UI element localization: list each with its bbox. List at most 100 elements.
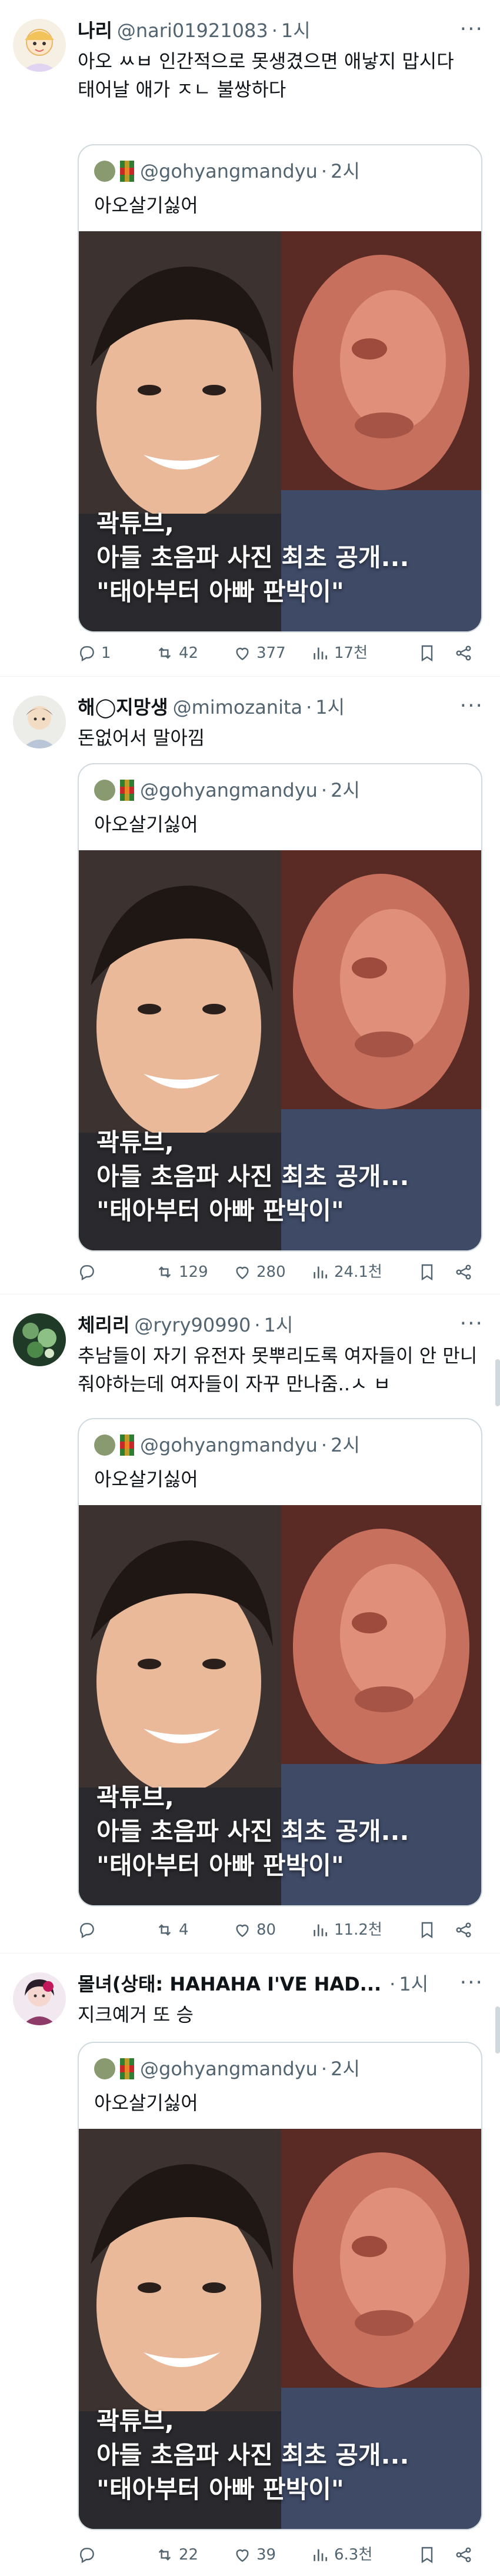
display-name[interactable]: 체리리 bbox=[78, 1314, 129, 1336]
quoted-timestamp: 2시 bbox=[331, 1434, 360, 1456]
heart-icon bbox=[236, 647, 249, 661]
quoted-handle: @gohyangmandyu bbox=[140, 779, 318, 801]
tweet[interactable]: 나리 @nari01921083 · 1시 ··· 아오 ㅆㅂ 인간적으로 못생겼으면… bbox=[0, 0, 500, 677]
timestamp[interactable]: 1시 bbox=[315, 696, 345, 718]
reply-icon bbox=[80, 1265, 94, 1281]
quoted-handle: @gohyangmandyu bbox=[140, 160, 318, 182]
quoted-text: 아오살기싫어 bbox=[94, 1468, 198, 1490]
view-count: 17천 bbox=[334, 644, 368, 662]
avatar[interactable] bbox=[13, 695, 66, 748]
display-name[interactable]: 몰녀(상태: HAHAHA I'VE HAD... bbox=[78, 1973, 381, 1995]
share-icon bbox=[456, 645, 471, 661]
tweet[interactable]: 몰녀(상태: HAHAHA I'VE HAD... · 1시 ··· 지크예거 또 … bbox=[0, 1953, 500, 2576]
tweet-header: 몰녀(상태: HAHAHA I'VE HAD... · 1시 bbox=[78, 1971, 484, 1997]
more-icon[interactable]: ··· bbox=[460, 16, 484, 42]
timestamp[interactable]: 1시 bbox=[281, 19, 311, 42]
views-icon bbox=[314, 2549, 327, 2561]
retweet-icon bbox=[158, 1924, 171, 1936]
separator-dot: · bbox=[306, 696, 312, 718]
timestamp[interactable]: 1시 bbox=[399, 1973, 428, 1995]
avatar-image bbox=[13, 19, 66, 72]
view-count: 6.3천 bbox=[334, 2546, 373, 2564]
quoted-timestamp: 2시 bbox=[331, 2058, 360, 2080]
views-icon bbox=[314, 647, 327, 660]
retweet-icon bbox=[158, 2549, 171, 2561]
retweet-count: 42 bbox=[179, 644, 199, 662]
retweet-count: 4 bbox=[179, 1921, 189, 1939]
quoted-avatar bbox=[94, 1435, 115, 1456]
views-icon bbox=[314, 1266, 327, 1279]
user-handle[interactable]: @nari01921083 bbox=[117, 19, 268, 42]
quoted-tweet[interactable]: @gohyangmandyu · 2시 아오살기싫어 곽튜브, 아들 초음파 사… bbox=[78, 1418, 482, 1906]
quoted-media[interactable]: 곽튜브, 아들 초음파 사진 최초 공개... "태아부터 아빠 판박이" bbox=[79, 850, 481, 1250]
tweet-actions: 4 80 11.2천 bbox=[78, 1917, 489, 1943]
media-caption-line: 곽튜브, bbox=[96, 2407, 174, 2435]
tweet-header: 나리 @nari01921083 · 1시 bbox=[78, 18, 484, 44]
media-caption-line: 곽튜브, bbox=[96, 1783, 174, 1812]
views-icon bbox=[314, 1924, 327, 1936]
media-caption-line: "태아부터 아빠 판박이" bbox=[96, 577, 344, 606]
tweet-text: 추남들이 자기 유전자 못뿌리도록 여자들이 안 만니줘야하는데 여자들이 자꾸… bbox=[78, 1344, 478, 1395]
flag-icon bbox=[120, 1435, 134, 1456]
tweet-text: 아오 ㅆㅂ 인간적으로 못생겼으면 애낳지 맙시다 태어날 애가 ㅈㄴ 불쌍하다 bbox=[78, 50, 454, 101]
quoted-text: 아오살기싫어 bbox=[94, 813, 198, 836]
view-count: 24.1천 bbox=[334, 1263, 382, 1281]
like-count: 280 bbox=[256, 1263, 286, 1281]
quoted-media[interactable]: 곽튜브, 아들 초음파 사진 최초 공개... "태아부터 아빠 판박이" bbox=[79, 2129, 481, 2529]
like-count: 377 bbox=[256, 644, 286, 662]
media-caption-line: "태아부터 아빠 판박이" bbox=[96, 2475, 344, 2504]
scrollbar[interactable] bbox=[495, 1359, 500, 1406]
tweet-actions: 129 280 24.1천 bbox=[78, 1259, 489, 1285]
bookmark-icon bbox=[421, 2547, 433, 2564]
tweet[interactable]: 체리리 @ryry90990 · 1시 ··· 추남들이 자기 유전자 못뿌리도록 여… bbox=[0, 1294, 500, 1953]
separator-dot: · bbox=[321, 2058, 328, 2080]
media-caption-line: 아들 초음파 사진 최초 공개... bbox=[96, 1162, 409, 1191]
quoted-avatar bbox=[94, 161, 115, 182]
more-icon[interactable]: ··· bbox=[460, 693, 484, 719]
quoted-tweet[interactable]: @gohyangmandyu · 2시 아오살기싫어 곽튜브, 아들 초음파 사… bbox=[78, 2042, 482, 2530]
reply-count: 1 bbox=[101, 644, 111, 662]
avatar[interactable] bbox=[13, 1313, 66, 1366]
timestamp[interactable]: 1시 bbox=[264, 1314, 293, 1336]
reply-icon bbox=[80, 646, 94, 662]
retweet-icon bbox=[158, 1266, 171, 1278]
user-handle[interactable]: @ryry90990 bbox=[134, 1314, 251, 1336]
quoted-media[interactable]: 곽튜브, 아들 초음파 사진 최초 공개... "태아부터 아빠 판박이" bbox=[79, 1505, 481, 1905]
tweet[interactable]: 해◯지망생 @mimozanita · 1시 ··· 돈없어서 말아낌 @gohyan… bbox=[0, 677, 500, 1294]
quoted-tweet[interactable]: @gohyangmandyu · 2시 아오살기싫어 곽튜브, 아들 초음파 사… bbox=[78, 763, 482, 1252]
scrollbar[interactable] bbox=[495, 2006, 500, 2054]
avatar[interactable] bbox=[13, 19, 66, 72]
quoted-handle: @gohyangmandyu bbox=[140, 1434, 318, 1456]
more-icon[interactable]: ··· bbox=[460, 1970, 484, 1996]
display-name[interactable]: 해◯지망생 bbox=[78, 696, 168, 718]
avatar[interactable] bbox=[13, 1972, 66, 2025]
flag-icon bbox=[120, 2058, 134, 2079]
bookmark-icon bbox=[421, 1264, 433, 1281]
user-handle[interactable]: @mimozanita bbox=[173, 696, 303, 718]
media-caption-line: 곽튜브, bbox=[96, 1128, 174, 1157]
avatar-image bbox=[13, 1972, 66, 2025]
separator-dot: · bbox=[321, 779, 328, 801]
tweet-text: 지크예거 또 승 bbox=[78, 2003, 194, 2026]
media-caption-line: 곽튜브, bbox=[96, 509, 174, 538]
separator-dot: · bbox=[254, 1314, 261, 1336]
bookmark-icon bbox=[421, 1922, 433, 1939]
heart-icon bbox=[236, 1266, 249, 1280]
share-icon bbox=[456, 1922, 471, 1938]
quoted-text: 아오살기싫어 bbox=[94, 194, 198, 217]
quoted-media[interactable]: 곽튜브, 아들 초음파 사진 최초 공개... "태아부터 아빠 판박이" bbox=[79, 231, 481, 631]
media-caption-line: 아들 초음파 사진 최초 공개... bbox=[96, 543, 409, 572]
view-count: 11.2천 bbox=[334, 1921, 382, 1939]
display-name[interactable]: 나리 bbox=[78, 19, 112, 42]
media-caption-line: "태아부터 아빠 판박이" bbox=[96, 1851, 344, 1880]
retweet-icon bbox=[158, 647, 171, 659]
heart-icon bbox=[236, 2549, 249, 2562]
more-icon[interactable]: ··· bbox=[460, 1311, 484, 1337]
quoted-timestamp: 2시 bbox=[331, 779, 360, 801]
quoted-avatar bbox=[94, 2058, 115, 2079]
quoted-tweet[interactable]: @gohyangmandyu · 2시 아오살기싫어 곽튜브, 아들 초음파 사… bbox=[78, 144, 482, 633]
flag-icon bbox=[120, 161, 134, 182]
tweet-actions: 22 39 6.3천 bbox=[78, 2542, 489, 2568]
media-caption-line: "태아부터 아빠 판박이" bbox=[96, 1196, 344, 1225]
heart-icon bbox=[236, 1924, 249, 1938]
